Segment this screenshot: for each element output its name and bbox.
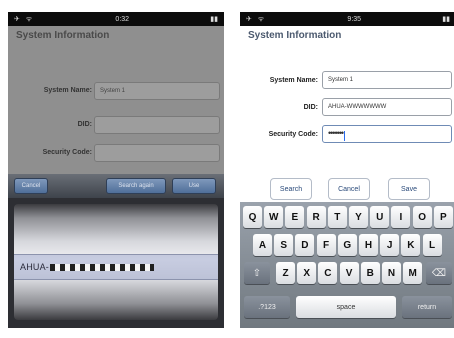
key-p[interactable]: P bbox=[433, 206, 453, 228]
backspace-key[interactable]: ⌫ bbox=[426, 262, 452, 284]
picker-selected-value: AHUA- bbox=[20, 262, 155, 272]
battery-icon: ▮▮ bbox=[210, 16, 218, 23]
key-k[interactable]: K bbox=[401, 234, 421, 256]
picker-selected-row[interactable]: AHUA- bbox=[14, 254, 218, 280]
redacted-id-pattern bbox=[50, 264, 155, 272]
key-m[interactable]: M bbox=[403, 262, 423, 284]
status-icons: ✈ ᯤ bbox=[246, 15, 267, 23]
key-n[interactable]: N bbox=[382, 262, 401, 284]
battery-icon: ▮▮ bbox=[442, 16, 450, 23]
system-name-label: System Name: bbox=[43, 87, 92, 94]
key-x[interactable]: X bbox=[297, 262, 317, 284]
key-w[interactable]: W bbox=[264, 206, 284, 228]
did-field[interactable]: AHUA-WWWWWWW bbox=[322, 98, 452, 116]
did-label: DID: bbox=[77, 121, 92, 128]
key-b[interactable]: B bbox=[360, 262, 380, 284]
did-field[interactable] bbox=[94, 116, 220, 134]
did-picker[interactable]: AHUA- bbox=[8, 198, 224, 328]
key-q[interactable]: Q bbox=[243, 206, 262, 228]
key-r[interactable]: R bbox=[306, 206, 326, 228]
text-cursor bbox=[344, 131, 346, 142]
picker-toolbar: Cancel Search again Use bbox=[8, 174, 224, 198]
security-code-field[interactable]: ••••••• bbox=[322, 125, 452, 143]
key-j[interactable]: J bbox=[380, 234, 400, 256]
page-title: System Information bbox=[16, 30, 110, 41]
status-bar: ✈ ᯤ 9:35 ▮▮ bbox=[240, 12, 454, 26]
did-label: DID: bbox=[303, 104, 318, 111]
key-t[interactable]: T bbox=[327, 206, 347, 228]
right-phone-screen: ✈ ᯤ 9:35 ▮▮ System Information System Na… bbox=[240, 12, 454, 328]
system-name-label: System Name: bbox=[269, 77, 318, 84]
search-button[interactable]: Search bbox=[270, 178, 312, 200]
key-e[interactable]: E bbox=[285, 206, 305, 228]
security-code-label: Security Code: bbox=[42, 149, 92, 156]
status-time: 0:32 bbox=[115, 15, 130, 23]
left-phone-screen: ✈ ᯤ 0:32 ▮▮ System Information System Na… bbox=[8, 12, 224, 328]
picker-value-prefix: AHUA- bbox=[20, 262, 50, 272]
status-time: 9:35 bbox=[347, 15, 362, 23]
key-y[interactable]: Y bbox=[349, 206, 368, 228]
picker-wheel[interactable]: AHUA- bbox=[14, 204, 218, 320]
key-u[interactable]: U bbox=[370, 206, 390, 228]
security-code-field[interactable] bbox=[94, 144, 220, 162]
key-o[interactable]: O bbox=[412, 206, 432, 228]
form-area: System Information System Name: System 1… bbox=[240, 26, 454, 202]
key-d[interactable]: D bbox=[295, 234, 315, 256]
space-key[interactable]: space bbox=[296, 296, 396, 318]
page-title: System Information bbox=[248, 30, 342, 41]
password-dots: ••••••• bbox=[328, 128, 344, 138]
system-name-field[interactable]: System 1 bbox=[94, 82, 220, 100]
security-code-label: Security Code: bbox=[268, 131, 318, 138]
key-f[interactable]: F bbox=[316, 234, 336, 256]
key-v[interactable]: V bbox=[339, 262, 359, 284]
shift-key[interactable]: ⇧ bbox=[244, 262, 270, 284]
key-l[interactable]: L bbox=[422, 234, 442, 256]
status-icons: ✈ ᯤ bbox=[14, 15, 35, 23]
save-button[interactable]: Save bbox=[388, 178, 430, 200]
onscreen-keyboard: ⇧ ⌫ .?123 space return QWERTYUIOP ASDFGHJ… bbox=[240, 202, 454, 328]
key-h[interactable]: H bbox=[359, 234, 378, 256]
key-c[interactable]: C bbox=[318, 262, 338, 284]
key-i[interactable]: I bbox=[391, 206, 411, 228]
key-a[interactable]: A bbox=[253, 234, 272, 256]
key-z[interactable]: Z bbox=[276, 262, 295, 284]
use-button[interactable]: Use bbox=[172, 178, 216, 194]
system-name-field[interactable]: System 1 bbox=[322, 71, 452, 89]
search-again-button[interactable]: Search again bbox=[106, 178, 166, 194]
cancel-button[interactable]: Cancel bbox=[14, 178, 48, 194]
key-s[interactable]: S bbox=[274, 234, 294, 256]
key-g[interactable]: G bbox=[337, 234, 357, 256]
form-area: System Information System Name: System 1… bbox=[8, 26, 224, 174]
numbers-key[interactable]: .?123 bbox=[244, 296, 290, 318]
cancel-button[interactable]: Cancel bbox=[328, 178, 370, 200]
return-key[interactable]: return bbox=[402, 296, 452, 318]
status-bar: ✈ ᯤ 0:32 ▮▮ bbox=[8, 12, 224, 26]
